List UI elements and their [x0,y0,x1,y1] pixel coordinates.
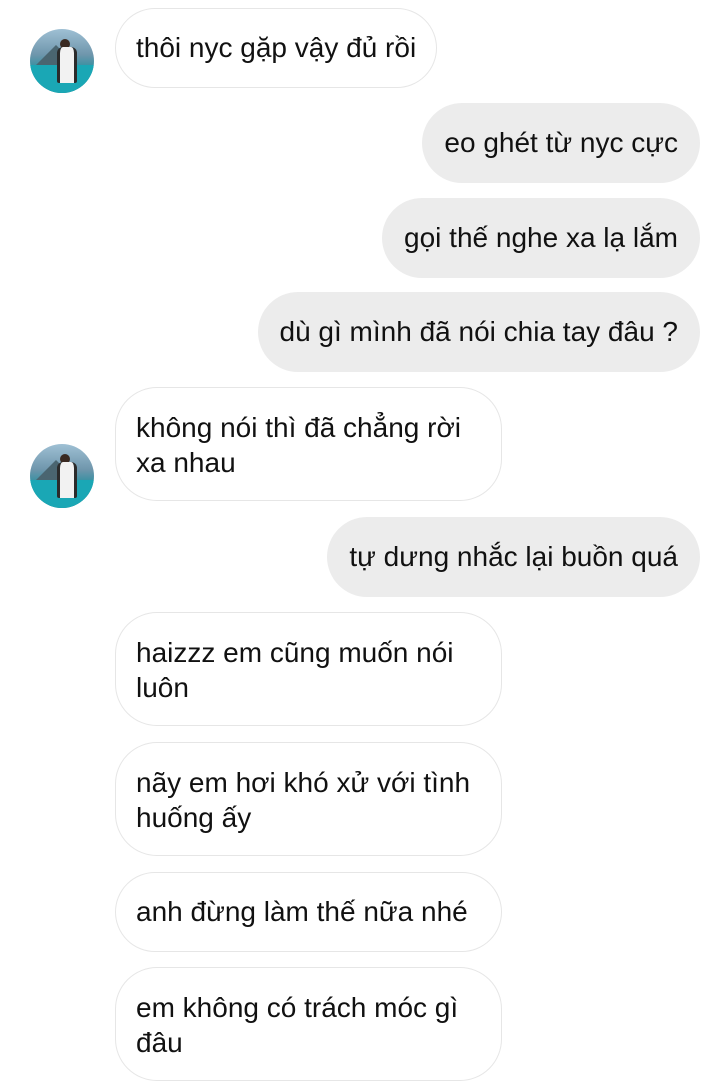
message-incoming[interactable]: anh đừng làm thế nữa nhé [115,872,502,952]
message-incoming[interactable]: thôi nyc gặp vậy đủ rồi [115,8,438,88]
message-incoming[interactable]: haizzz em cũng muốn nói luôn [115,612,502,726]
avatar-person [57,462,77,498]
message-incoming[interactable]: không nói thì đã chẳng rời xa nhau [115,387,502,501]
message-outgoing[interactable]: gọi thế nghe xa lạ lắm [382,198,700,278]
contact-avatar[interactable] [30,29,94,93]
message-incoming[interactable]: nãy em hơi khó xử với tình huống ấy [115,742,502,856]
chat-thread: thôi nyc gặp vậy đủ rồi eo ghét từ nyc c… [0,0,720,1081]
message-incoming[interactable]: em không có trách móc gì đâu [115,967,502,1081]
contact-avatar[interactable] [30,444,94,508]
message-outgoing[interactable]: tự dưng nhắc lại buồn quá [327,517,700,597]
message-outgoing[interactable]: eo ghét từ nyc cực [422,103,700,183]
message-outgoing[interactable]: dù gì mình đã nói chia tay đâu ? [257,292,700,372]
avatar-person [57,47,77,83]
